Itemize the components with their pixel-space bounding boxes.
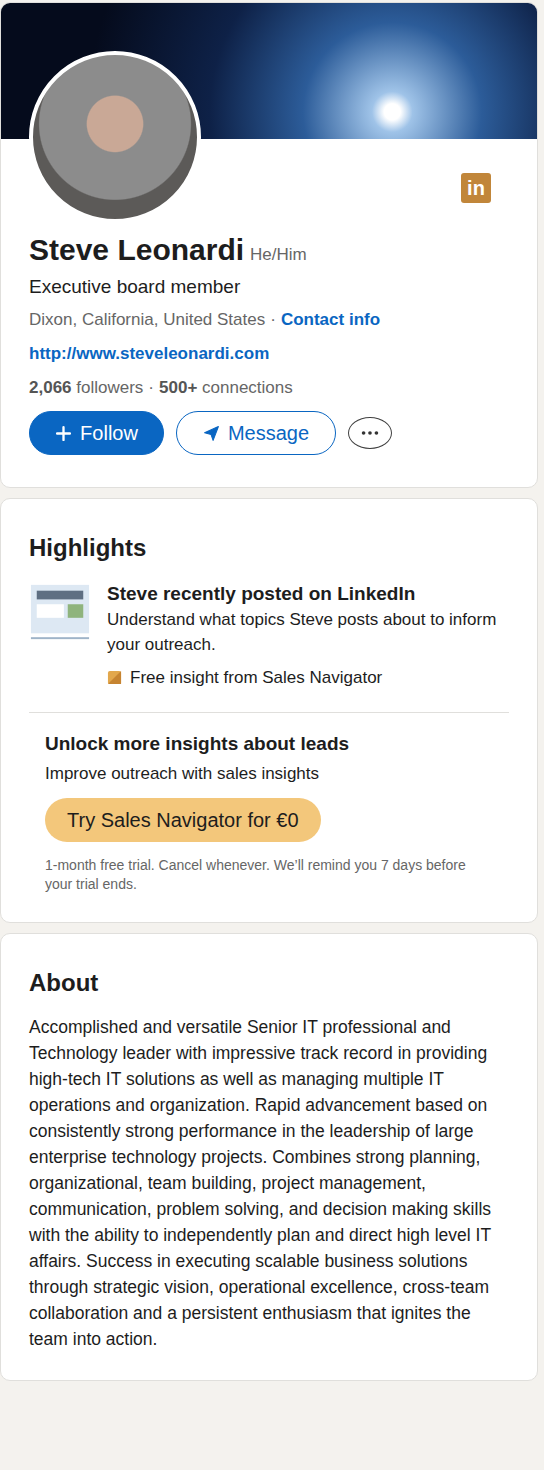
highlights-card: Highlights Steve recently posted on Linke…	[0, 498, 538, 923]
about-card: About Accomplished and versatile Senior I…	[0, 933, 538, 1381]
followers[interactable]: 2,066 followers	[29, 378, 143, 397]
follow-button[interactable]: Follow	[29, 411, 164, 455]
more-icon	[359, 429, 381, 437]
location-line: Dixon, California, United States · Contact…	[29, 307, 509, 333]
pronouns: He/Him	[250, 245, 307, 265]
network-stats: 2,066 followers · 500+ connections	[29, 375, 509, 401]
profile-name: Steve Leonardi	[29, 231, 244, 269]
highlight-item[interactable]: Steve recently posted on LinkedInUnderst…	[29, 581, 509, 690]
about-text: Accomplished and versatile Senior IT pro…	[29, 1014, 509, 1352]
trial-button[interactable]: Try Sales Navigator for €0	[45, 798, 321, 842]
profile-photo[interactable]	[29, 51, 201, 223]
profile-page: in Steve Leonardi He/Him Executive board me…	[0, 0, 544, 1470]
highlights-title: Highlights	[29, 533, 509, 563]
linkedin-icon[interactable]: in	[461, 173, 491, 203]
about-title: About	[29, 968, 509, 998]
send-icon	[203, 425, 220, 442]
upsell-subtitle: Improve outreach with sales insights	[45, 761, 493, 786]
separator: ·	[270, 310, 276, 329]
message-button[interactable]: Message	[176, 411, 336, 455]
insight-note: Free insight from Sales Navigator	[107, 665, 509, 690]
separator: ·	[148, 378, 154, 397]
sales-navigator-icon	[107, 670, 122, 685]
profile-card: in Steve Leonardi He/Him Executive board me…	[0, 2, 538, 488]
divider	[29, 712, 509, 713]
website-link[interactable]: http://www.steveleonardi.com	[29, 341, 509, 367]
more-button[interactable]	[348, 417, 392, 449]
post-icon	[29, 581, 91, 643]
highlight-title: Steve recently posted on LinkedIn	[107, 581, 509, 607]
upsell-title: Unlock more insights about leads	[45, 731, 493, 757]
location: Dixon, California, United States	[29, 310, 265, 329]
connections[interactable]: 500+ connections	[159, 378, 293, 397]
plus-icon	[55, 425, 72, 442]
headline: Executive board member	[29, 273, 509, 301]
banner-image	[1, 3, 537, 139]
trial-note: 1-month free trial. Cancel whenever. We’…	[45, 856, 493, 894]
highlight-description: Understand what topics Steve posts about…	[107, 607, 509, 657]
contact-info-link[interactable]: Contact info	[281, 310, 380, 329]
